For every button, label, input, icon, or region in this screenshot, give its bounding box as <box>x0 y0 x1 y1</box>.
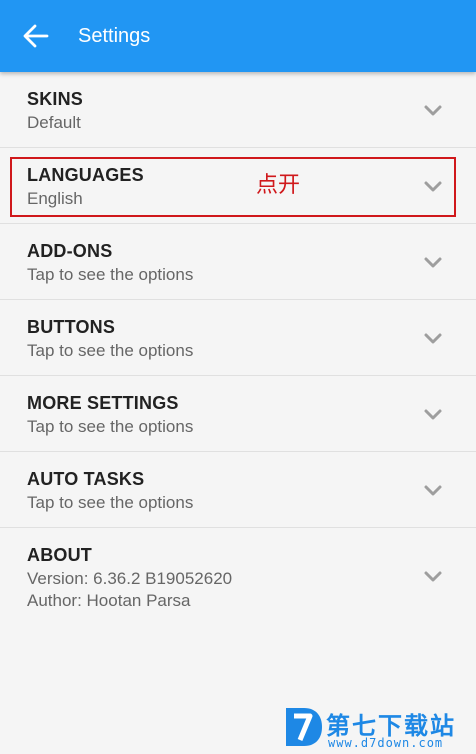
chevron-down-icon <box>424 571 442 582</box>
page-title: Settings <box>78 25 151 47</box>
settings-item-about[interactable]: ABOUT Version: 6.36.2 B19052620 Author: … <box>0 528 476 624</box>
settings-item-more-settings[interactable]: MORE SETTINGS Tap to see the options <box>0 376 476 452</box>
settings-item-title: LANGUAGES <box>27 165 144 185</box>
settings-item-title: ADD-ONS <box>27 241 113 261</box>
settings-item-subtitle: Version: 6.36.2 B19052620 <box>27 569 233 588</box>
settings-item-auto-tasks[interactable]: AUTO TASKS Tap to see the options <box>0 452 476 528</box>
settings-item-subtitle: Tap to see the options <box>27 341 194 360</box>
settings-item-subtitle: Tap to see the options <box>27 493 194 512</box>
settings-item-subtitle: English <box>27 189 83 208</box>
watermark-url: www.d7down.com <box>328 736 444 750</box>
chevron-down-icon <box>424 333 442 344</box>
app-bar: Settings <box>0 0 476 72</box>
settings-item-title: BUTTONS <box>27 317 116 337</box>
chevron-down-icon <box>424 485 442 496</box>
chevron-down-icon <box>424 409 442 420</box>
settings-list: SKINS Default LANGUAGES English ADD-ONS … <box>0 72 476 624</box>
settings-item-subtitle: Default <box>27 113 81 132</box>
annotation-label: 点开 <box>256 173 301 198</box>
d7-logo-icon <box>286 708 322 746</box>
settings-item-title: ABOUT <box>27 545 92 565</box>
chevron-down-icon <box>424 257 442 268</box>
settings-item-subtitle: Tap to see the options <box>27 265 194 284</box>
settings-item-title: AUTO TASKS <box>27 469 145 489</box>
arrow-left-icon <box>23 24 49 48</box>
settings-item-skins[interactable]: SKINS Default <box>0 72 476 148</box>
settings-item-add-ons[interactable]: ADD-ONS Tap to see the options <box>0 224 476 300</box>
settings-item-buttons[interactable]: BUTTONS Tap to see the options <box>0 300 476 376</box>
chevron-down-icon <box>424 105 442 116</box>
settings-item-title: MORE SETTINGS <box>27 393 179 413</box>
settings-item-subtitle-author: Author: Hootan Parsa <box>27 591 191 610</box>
settings-item-subtitle: Tap to see the options <box>27 417 194 436</box>
watermark: 第七下载站 www.d7down.com <box>282 704 472 752</box>
back-button[interactable] <box>18 18 54 54</box>
chevron-down-icon <box>424 181 442 192</box>
settings-item-languages[interactable]: LANGUAGES English <box>0 148 476 224</box>
settings-item-title: SKINS <box>27 89 84 109</box>
